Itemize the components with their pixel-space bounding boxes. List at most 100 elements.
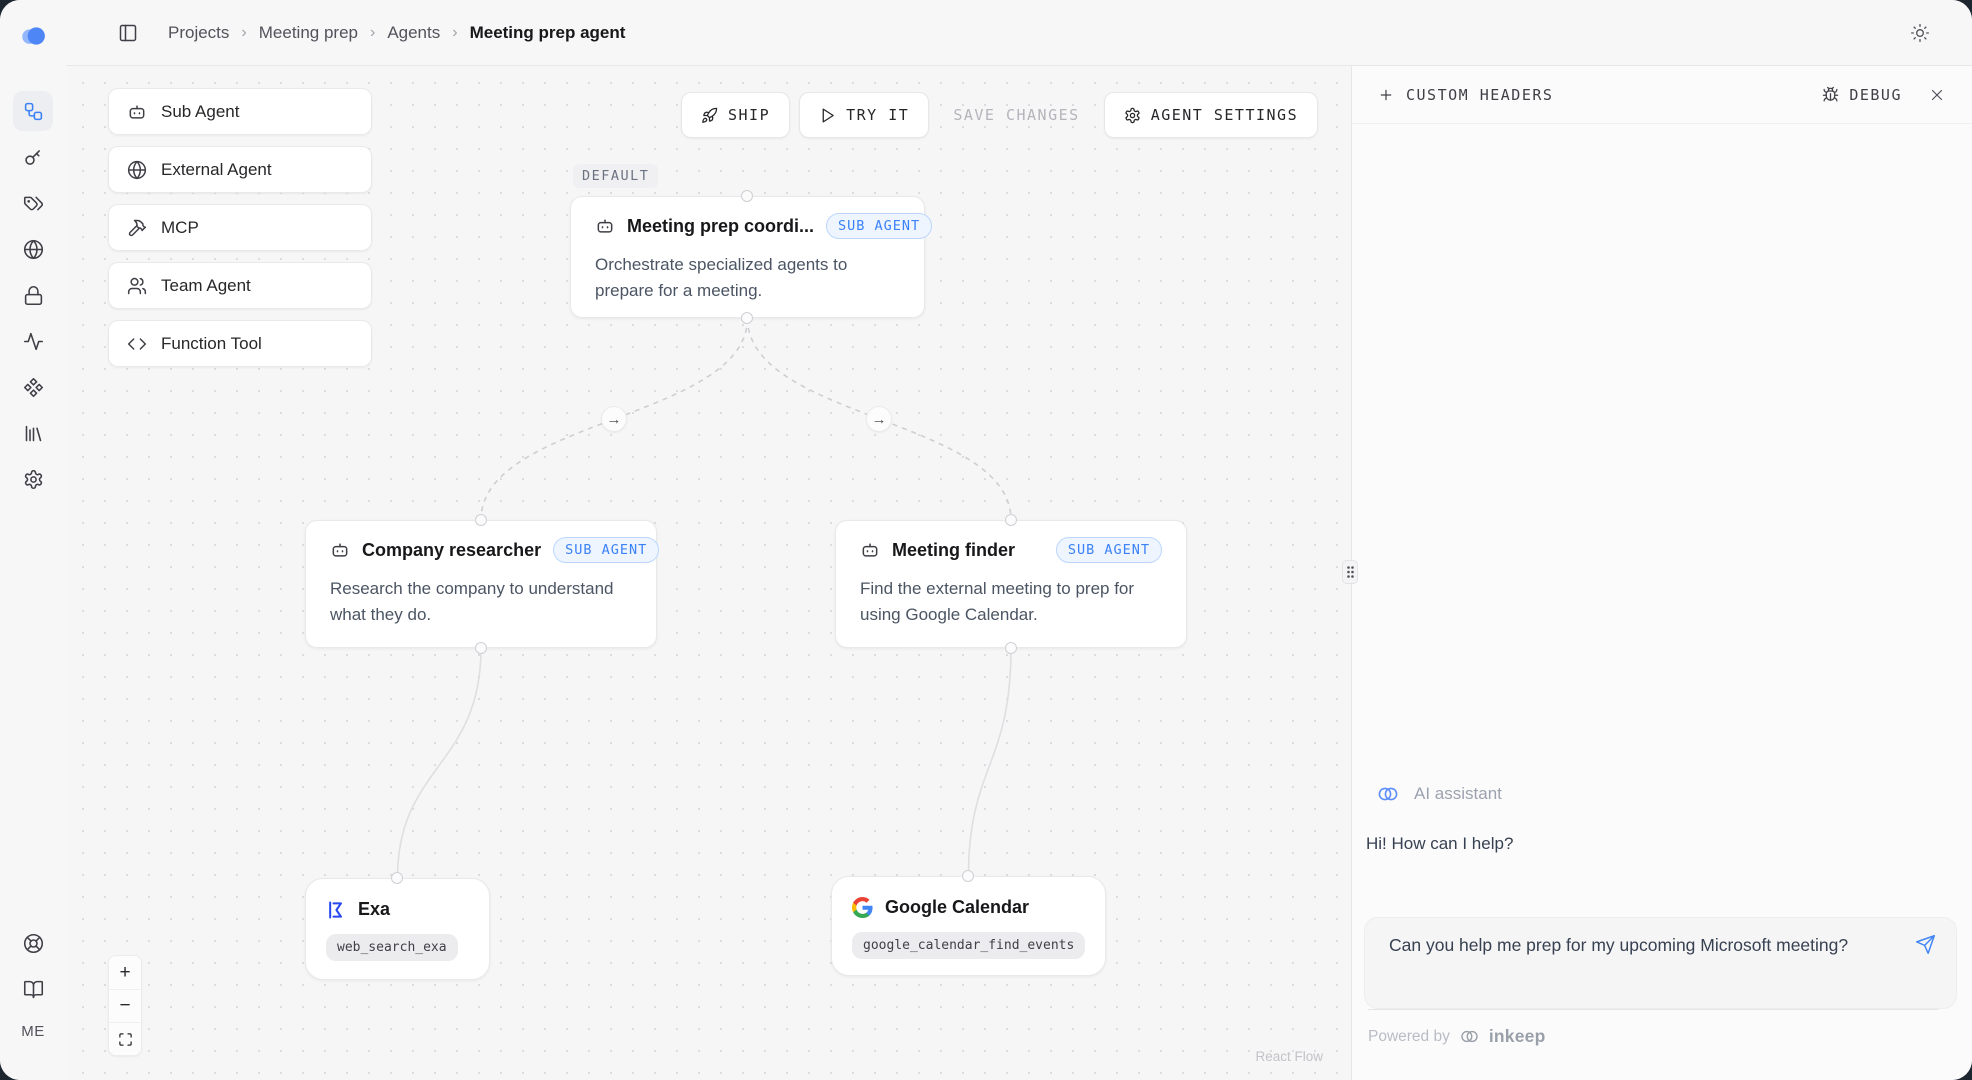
- node-handle[interactable]: [475, 642, 487, 654]
- panel-toggle-icon[interactable]: [118, 23, 138, 43]
- fit-view-button[interactable]: [109, 1022, 141, 1055]
- ship-button[interactable]: SHIP: [681, 92, 790, 138]
- node-title: Company researcher: [362, 540, 541, 561]
- close-icon[interactable]: [1928, 86, 1946, 104]
- try-it-button-label: TRY IT: [846, 106, 909, 124]
- try-it-button[interactable]: TRY IT: [799, 92, 929, 138]
- bug-icon: [1822, 86, 1839, 103]
- react-flow-attribution[interactable]: React Flow: [1255, 1049, 1323, 1064]
- default-agent-badge: DEFAULT: [573, 164, 658, 188]
- canvas-zoom-controls: + −: [108, 955, 142, 1056]
- save-changes-button-label: SAVE CHANGES: [953, 106, 1079, 124]
- sidebar-item-api-keys[interactable]: [13, 137, 53, 177]
- sidebar-item-settings[interactable]: [13, 459, 53, 499]
- palette-item-sub-agent[interactable]: Sub Agent: [108, 88, 372, 135]
- panel-resize-handle[interactable]: [1342, 560, 1358, 584]
- assistant-label: AI assistant: [1414, 784, 1502, 804]
- node-google-calendar-tool[interactable]: Google Calendar google_calendar_find_eve…: [831, 876, 1106, 976]
- palette-item-mcp[interactable]: MCP: [108, 204, 372, 251]
- sidebar-item-activity[interactable]: [13, 321, 53, 361]
- palette-item-label: Function Tool: [161, 334, 262, 354]
- node-title: Meeting finder: [892, 540, 1044, 561]
- zoom-in-button[interactable]: +: [109, 956, 141, 989]
- custom-headers-button[interactable]: CUSTOM HEADERS: [1378, 86, 1553, 104]
- agent-builder-app: ME Projects › Meeting prep › Agents › Me…: [0, 0, 1972, 1080]
- breadcrumb-separator: ›: [452, 24, 457, 42]
- breadcrumb-current: Meeting prep agent: [470, 23, 626, 43]
- node-handle[interactable]: [391, 872, 403, 884]
- node-handle[interactable]: [741, 190, 753, 202]
- node-handle[interactable]: [1005, 642, 1017, 654]
- sidebar-item-external-agents[interactable]: [13, 229, 53, 269]
- agent-settings-button[interactable]: AGENT SETTINGS: [1104, 92, 1318, 138]
- theme-toggle-sun-icon[interactable]: [1910, 23, 1930, 43]
- play-icon: [819, 107, 836, 124]
- palette-item-label: Team Agent: [161, 276, 251, 296]
- node-description: Research the company to understand what …: [330, 576, 632, 629]
- node-handle[interactable]: [741, 312, 753, 324]
- globe-icon: [127, 160, 147, 180]
- sidebar-item-help[interactable]: [13, 923, 53, 963]
- bot-icon: [860, 540, 880, 560]
- flow-canvas[interactable]: Sub Agent External Agent MCP Team Agent …: [66, 66, 1351, 1080]
- tool-id-chip: google_calendar_find_events: [852, 932, 1085, 959]
- hammer-icon: [127, 218, 147, 238]
- node-description: Orchestrate specialized agents to prepar…: [595, 252, 900, 305]
- breadcrumb-item[interactable]: Meeting prep: [259, 23, 358, 43]
- assistant-greeting-message: Hi! How can I help?: [1366, 834, 1513, 854]
- chat-input-container: Can you help me prep for my upcoming Mic…: [1364, 917, 1957, 1009]
- assistant-message-header: AI assistant: [1376, 782, 1502, 806]
- inkeep-assistant-icon: [1376, 782, 1400, 806]
- powered-by-label: Powered by: [1368, 1028, 1450, 1046]
- sidebar-item-workflows[interactable]: [13, 91, 53, 131]
- gear-icon: [1124, 107, 1141, 124]
- node-handle[interactable]: [1005, 514, 1017, 526]
- node-meeting-prep-coordinator[interactable]: Meeting prep coordi... SUB AGENT Orchest…: [570, 196, 925, 318]
- canvas-toolbar: SHIP TRY IT SAVE CHANGES AGENT SETTINGS: [681, 92, 1318, 138]
- sidebar-item-docs[interactable]: [13, 969, 53, 1009]
- sidebar-item-tags[interactable]: [13, 183, 53, 223]
- try-it-chat-panel: CUSTOM HEADERS DEBUG AI assistant Hi! Ho…: [1351, 66, 1972, 1080]
- node-company-researcher[interactable]: Company researcher SUB AGENT Research th…: [305, 520, 657, 648]
- ship-button-label: SHIP: [728, 106, 770, 124]
- zoom-out-button[interactable]: −: [109, 989, 141, 1022]
- node-meeting-finder[interactable]: Meeting finder SUB AGENT Find the extern…: [835, 520, 1187, 648]
- sub-agent-badge: SUB AGENT: [553, 537, 659, 563]
- inkeep-brand-label: inkeep: [1489, 1026, 1546, 1047]
- breadcrumb-item[interactable]: Agents: [387, 23, 440, 43]
- breadcrumb-separator: ›: [370, 24, 375, 42]
- google-logo-icon: [852, 897, 873, 918]
- user-avatar[interactable]: ME: [21, 1023, 45, 1040]
- node-palette: Sub Agent External Agent MCP Team Agent …: [108, 88, 372, 367]
- bot-icon: [595, 216, 615, 236]
- sidebar-item-components[interactable]: [13, 367, 53, 407]
- chat-footer-divider: [1368, 1009, 1938, 1010]
- bot-icon: [330, 540, 350, 560]
- debug-button[interactable]: DEBUG: [1822, 86, 1902, 104]
- chat-input[interactable]: Can you help me prep for my upcoming Mic…: [1389, 932, 1879, 994]
- node-handle[interactable]: [475, 514, 487, 526]
- code-icon: [127, 334, 147, 354]
- palette-item-function-tool[interactable]: Function Tool: [108, 320, 372, 367]
- palette-item-label: MCP: [161, 218, 199, 238]
- save-changes-button[interactable]: SAVE CHANGES: [938, 92, 1094, 138]
- plus-icon: [1378, 87, 1394, 103]
- sidebar-item-library[interactable]: [13, 413, 53, 453]
- palette-item-team-agent[interactable]: Team Agent: [108, 262, 372, 309]
- debug-label: DEBUG: [1849, 86, 1902, 104]
- breadcrumb-item[interactable]: Projects: [168, 23, 229, 43]
- palette-item-external-agent[interactable]: External Agent: [108, 146, 372, 193]
- tool-id-chip: web_search_exa: [326, 934, 458, 961]
- breadcrumb: Projects › Meeting prep › Agents › Meeti…: [168, 23, 625, 43]
- inkeep-logo: [19, 22, 47, 55]
- edge-arrow-icon: →: [866, 406, 892, 432]
- node-handle[interactable]: [962, 870, 974, 882]
- node-exa-tool[interactable]: Exa web_search_exa: [305, 878, 490, 980]
- send-icon[interactable]: [1915, 934, 1936, 955]
- sidebar-item-credentials[interactable]: [13, 275, 53, 315]
- breadcrumb-separator: ›: [241, 24, 246, 42]
- powered-by-footer[interactable]: Powered by inkeep: [1368, 1026, 1546, 1047]
- icon-sidebar: ME: [0, 0, 66, 1080]
- sub-agent-badge: SUB AGENT: [826, 213, 932, 239]
- rocket-icon: [701, 107, 718, 124]
